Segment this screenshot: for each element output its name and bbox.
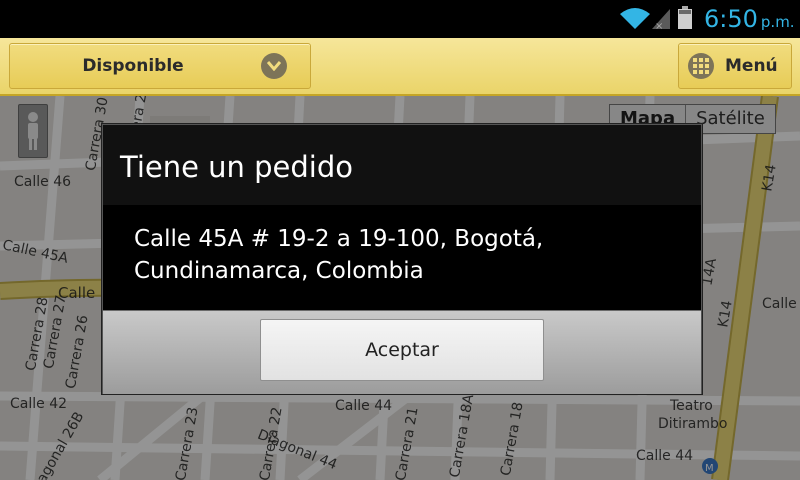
chevron-down-icon	[261, 53, 287, 79]
availability-dropdown[interactable]: Disponible	[9, 43, 311, 89]
grid-icon	[688, 53, 714, 79]
status-bar: × 6:50 p.m.	[0, 0, 800, 38]
clock-ampm: p.m.	[760, 13, 795, 31]
action-bar: Disponible Menú	[0, 38, 800, 96]
availability-value: Disponible	[82, 56, 184, 76]
dialog-body: Calle 45A # 19-2 a 19-100, Bogotá, Cundi…	[103, 205, 701, 310]
dialog-button-bar: Aceptar	[103, 310, 701, 394]
order-dialog: Tiene un pedido Calle 45A # 19-2 a 19-10…	[102, 124, 702, 394]
clock-time: 6:50	[704, 5, 758, 33]
menu-label: Menú	[725, 56, 778, 76]
clock: 6:50 p.m.	[704, 4, 795, 37]
dialog-message: Calle 45A # 19-2 a 19-100, Bogotá, Cundi…	[134, 226, 544, 284]
svg-text:×: ×	[655, 21, 663, 30]
signal-icon: ×	[652, 9, 670, 30]
battery-icon	[678, 6, 692, 29]
menu-button[interactable]: Menú	[678, 43, 792, 89]
accept-button[interactable]: Aceptar	[260, 319, 544, 381]
wifi-icon	[620, 8, 650, 29]
dialog-title-bar: Tiene un pedido	[103, 125, 701, 206]
dialog-title: Tiene un pedido	[120, 150, 354, 184]
